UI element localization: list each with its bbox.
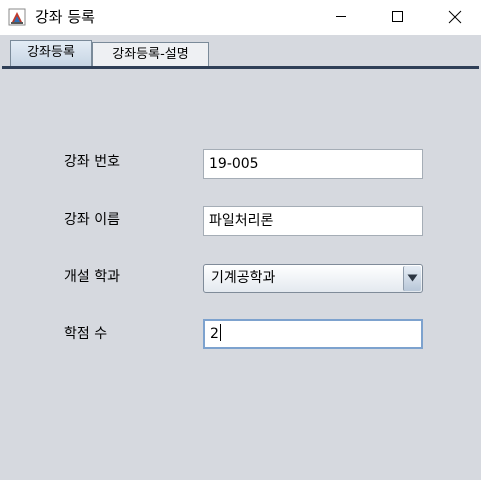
window-title: 강좌 등록 [35, 8, 95, 26]
course-number-label: 강좌 번호 [64, 154, 120, 170]
course-name-input[interactable]: 파일처리론 [203, 206, 423, 236]
course-name-label: 강좌 이름 [64, 212, 120, 228]
course-number-input[interactable]: 19-005 [203, 149, 423, 179]
credits-input[interactable]: 2 [203, 319, 423, 349]
close-icon [448, 10, 462, 24]
maximize-button[interactable] [374, 0, 420, 34]
minimize-button[interactable] [318, 0, 364, 34]
tab-divider [2, 66, 479, 69]
java-cup-icon [8, 8, 26, 26]
tab-course-registration-description[interactable]: 강좌등록-설명 [92, 42, 209, 67]
minimize-icon [336, 16, 346, 17]
credits-label: 학점 수 [64, 326, 108, 342]
tab-strip: 강좌등록 강좌등록-설명 [0, 35, 481, 69]
department-select[interactable]: 기계공학과 [203, 264, 423, 293]
department-selected-value: 기계공학과 [211, 270, 276, 286]
content-panel: 강좌등록 강좌등록-설명 강좌 번호 19-005 강좌 이름 파일처리론 개설… [0, 35, 481, 480]
department-label: 개설 학과 [64, 269, 120, 285]
dropdown-arrow-icon[interactable] [403, 266, 421, 291]
title-bar: 강좌 등록 [0, 0, 481, 35]
tab-course-registration[interactable]: 강좌등록 [10, 40, 92, 67]
credits-value: 2 [210, 326, 219, 342]
close-button[interactable] [432, 0, 478, 34]
text-caret [219, 324, 221, 341]
maximize-icon [392, 11, 403, 22]
